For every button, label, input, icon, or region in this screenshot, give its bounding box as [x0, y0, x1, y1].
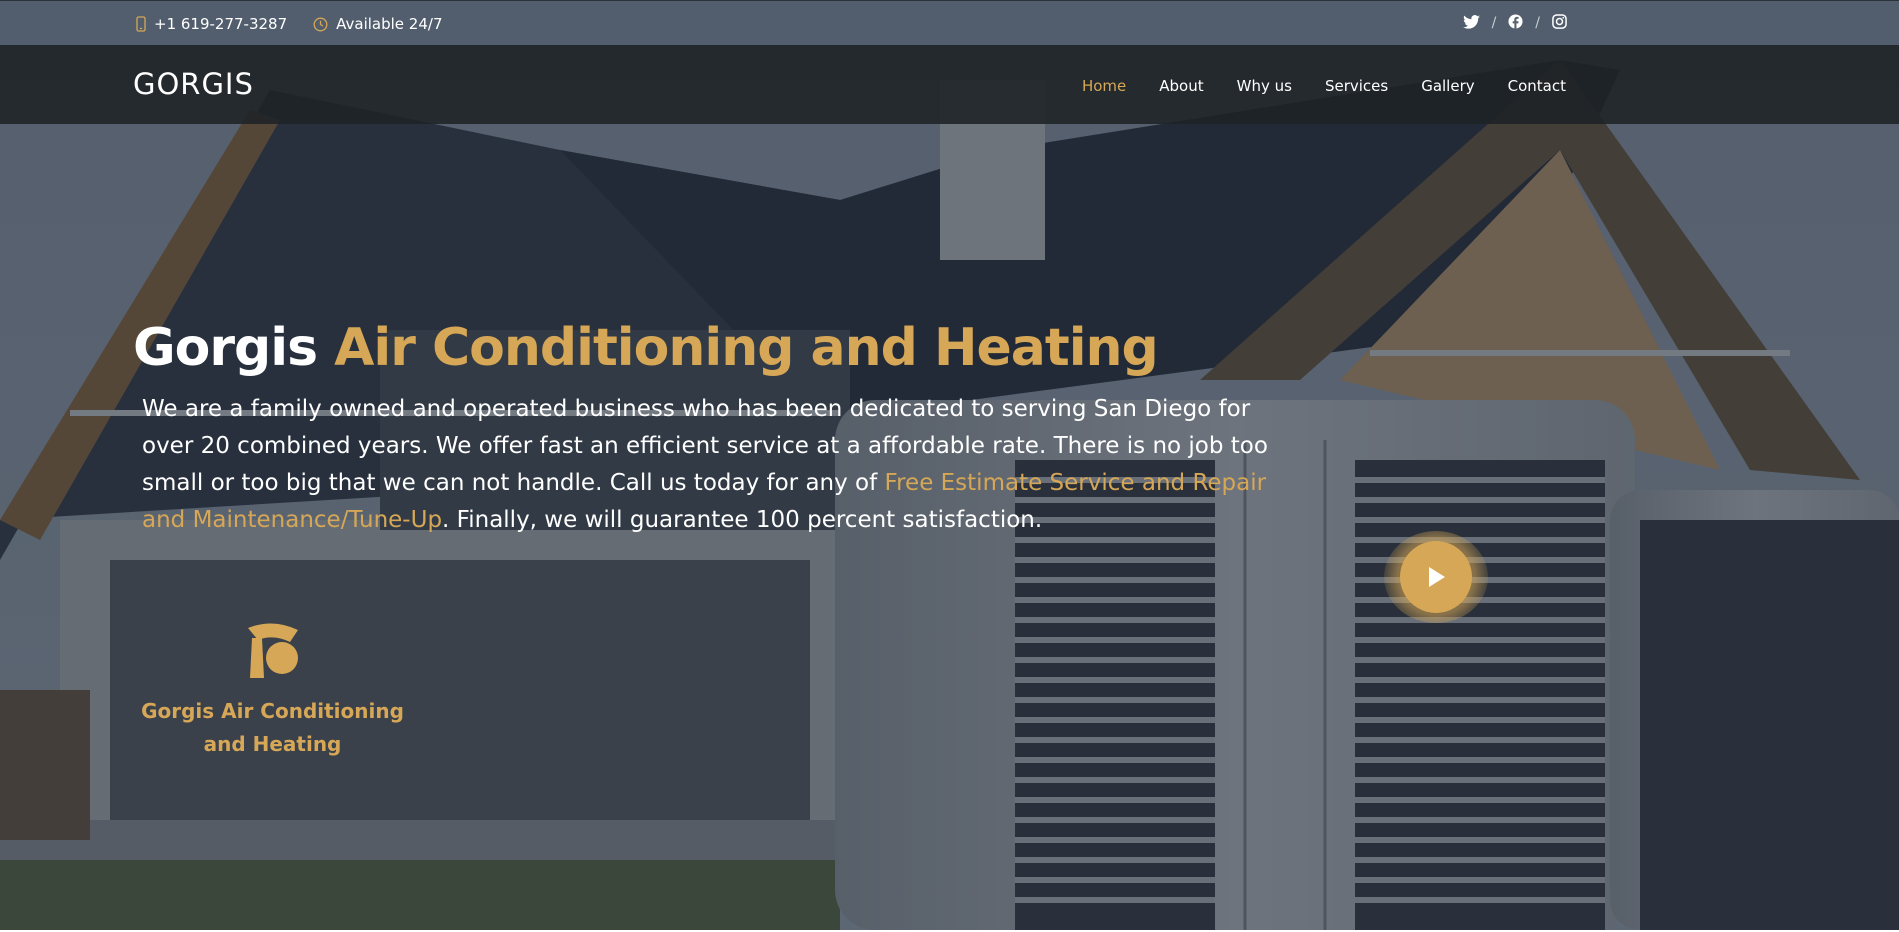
- hero-title-main: Gorgis: [133, 318, 318, 378]
- nav-why-us[interactable]: Why us: [1237, 77, 1292, 95]
- brand-mark: Gorgis Air Conditioning and Heating: [135, 620, 410, 761]
- site-logo[interactable]: GORGIS: [133, 67, 254, 101]
- phone-contact[interactable]: +1 619-277-3287: [136, 15, 287, 33]
- twitter-icon[interactable]: [1462, 14, 1480, 32]
- phone-icon: [136, 16, 146, 32]
- phone-number: +1 619-277-3287: [154, 15, 288, 33]
- brand-logo-icon: [247, 623, 298, 678]
- instagram-icon[interactable]: [1552, 14, 1567, 32]
- brand-name-line-1: Gorgis Air Conditioning: [141, 699, 404, 723]
- play-icon: [1429, 567, 1445, 587]
- top-bar-contact: +1 619-277-3287 Available 24/7: [136, 15, 469, 33]
- hero-title: Gorgis Air Conditioning and Heating: [133, 318, 1159, 378]
- nav-services[interactable]: Services: [1325, 77, 1388, 95]
- social-separator: /: [1535, 15, 1540, 31]
- nav-gallery[interactable]: Gallery: [1421, 77, 1474, 95]
- availability-text: Available 24/7: [336, 15, 443, 33]
- play-video-button[interactable]: [1384, 531, 1488, 623]
- facebook-icon[interactable]: [1508, 14, 1523, 32]
- clock-icon: [313, 17, 328, 31]
- social-separator: /: [1491, 15, 1497, 31]
- social-links: / /: [1462, 14, 1567, 32]
- site-header: GORGIS Home About Why us Services Galler…: [0, 45, 1899, 124]
- nav-contact[interactable]: Contact: [1508, 77, 1566, 95]
- nav-home[interactable]: Home: [1082, 77, 1126, 95]
- top-bar: +1 619-277-3287 Available 24/7 / /: [0, 0, 1899, 45]
- nav-about[interactable]: About: [1159, 77, 1203, 95]
- brand-name-line-2: and Heating: [203, 732, 342, 756]
- hero-text-after: . Finally, we will guarantee 100 percent…: [442, 507, 1043, 533]
- hero-description: We are a family owned and operated busin…: [142, 391, 1302, 539]
- hero-title-accent: Air Conditioning and Heating: [334, 318, 1159, 378]
- main-nav: Home About Why us Services Gallery Conta…: [1049, 77, 1566, 95]
- availability-info: Available 24/7: [313, 15, 443, 33]
- play-button-circle: [1400, 541, 1472, 613]
